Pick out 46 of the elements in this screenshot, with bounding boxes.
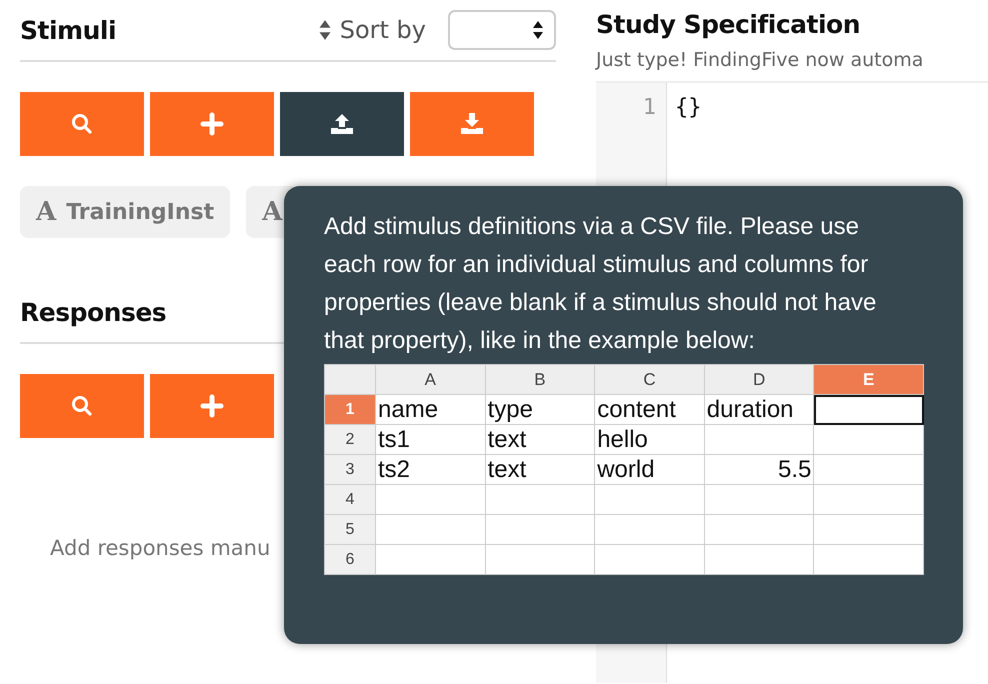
subtitle: Just type! FindingFive now automa [596, 49, 924, 71]
download-icon [460, 112, 484, 136]
spreadsheet-cell: name [376, 394, 486, 424]
search-icon [70, 112, 94, 136]
text-type-icon: A [36, 197, 56, 227]
section-title: Stimuli [20, 16, 116, 44]
row-header[interactable]: 4 [324, 484, 376, 514]
section-title: Responses [20, 298, 166, 326]
spreadsheet-cell: text [485, 454, 595, 484]
upload-icon [330, 112, 354, 136]
code-line: {} [675, 95, 702, 120]
row-header[interactable]: 5 [324, 514, 376, 544]
row-header[interactable]: 2 [324, 424, 376, 454]
column-header[interactable]: D [704, 364, 814, 394]
sort-icon [318, 19, 332, 41]
spreadsheet-cell: text [485, 424, 595, 454]
section-title: Study Specification [596, 10, 862, 39]
empty-message: Add responses manu [49, 536, 270, 560]
spreadsheet-cell: hello [594, 424, 704, 454]
upload-button[interactable] [280, 92, 404, 156]
row-header[interactable]: 3 [324, 454, 376, 484]
line-number: 1 [642, 95, 656, 120]
row-header[interactable]: 6 [324, 544, 376, 574]
spreadsheet-cell: content [594, 394, 704, 424]
plus-icon [200, 394, 224, 418]
plus-button[interactable] [150, 374, 274, 438]
download-button[interactable] [410, 92, 534, 156]
search-icon [70, 394, 94, 418]
spreadsheet-cell: type [485, 394, 595, 424]
sort-label: Sort by [340, 16, 426, 44]
plus-button[interactable] [150, 92, 274, 156]
spreadsheet-cell: duration [704, 394, 814, 424]
spreadsheet-cell: ts2 [376, 454, 486, 484]
tooltip-text: Add stimulus definitions via a CSV file. Please use each row for an individual stimulus and columns for properties (leave blank if a stimulus should not have that property), like in the example below: [324, 212, 878, 356]
selected-cell[interactable] [814, 394, 924, 424]
text-type-icon: A [262, 197, 282, 227]
spreadsheet-cell: world [594, 454, 704, 484]
dropdown-arrows-icon [532, 19, 544, 41]
plus-icon [200, 112, 224, 136]
spreadsheet-cell: ts1 [376, 424, 486, 454]
column-header[interactable]: A [376, 364, 486, 394]
sort-dropdown[interactable] [448, 10, 556, 50]
stimulus-chip[interactable]: A TrainingInst [20, 186, 230, 238]
column-header[interactable]: C [594, 364, 704, 394]
spreadsheet-cell: 5.5 [704, 454, 814, 484]
column-header[interactable]: B [485, 364, 595, 394]
